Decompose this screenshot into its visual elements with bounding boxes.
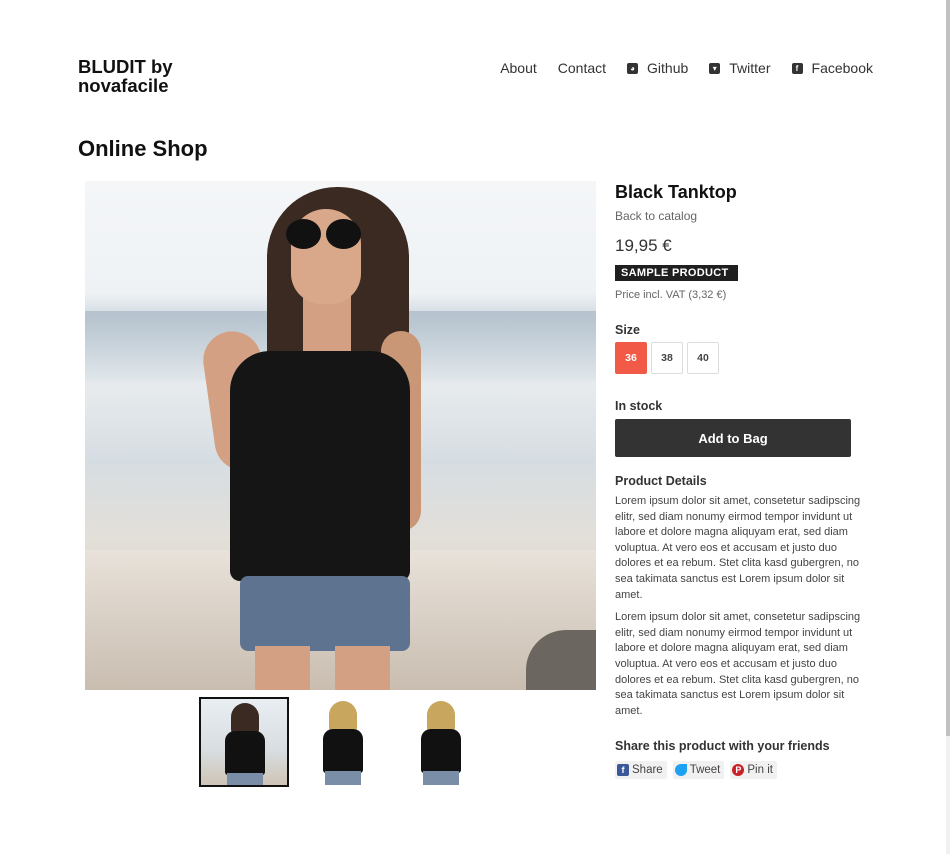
image-sunglasses xyxy=(286,219,362,253)
scrollbar-track[interactable] xyxy=(946,0,950,854)
image-leg-right xyxy=(335,646,390,690)
nav-facebook-label: Facebook xyxy=(811,60,873,76)
pinterest-pin-button[interactable]: P Pin it xyxy=(730,761,777,780)
product-details-panel: Black Tanktop Back to catalog 19,95 € SA… xyxy=(615,181,865,780)
facebook-share-button[interactable]: f Share xyxy=(615,761,667,780)
product-price: 19,95 € xyxy=(615,236,672,255)
product-name: Black Tanktop xyxy=(615,182,737,202)
thumbnail-2[interactable] xyxy=(299,697,387,785)
back-to-catalog-link[interactable]: Back to catalog xyxy=(615,209,865,223)
thumbnail-shorts xyxy=(423,771,459,785)
facebook-share-label: Share xyxy=(632,764,663,777)
size-selector: 36 38 40 xyxy=(615,342,865,374)
nav-about[interactable]: About xyxy=(500,60,537,76)
nav-twitter-label: Twitter xyxy=(729,60,771,76)
product-details-paragraph-2: Lorem ipsum dolor sit amet, consetetur s… xyxy=(615,611,861,717)
nav-contact-label: Contact xyxy=(557,60,607,76)
thumbnail-1[interactable] xyxy=(199,697,289,787)
twitter-tweet-label: Tweet xyxy=(689,764,721,777)
nav-about-label: About xyxy=(500,60,537,76)
scrollbar-thumb[interactable] xyxy=(946,0,950,736)
facebook-icon: f xyxy=(617,764,629,777)
main-nav: About Contact ◕ Github ▾ Twitter f Facebook xyxy=(500,60,873,76)
share-buttons: f Share Tweet P Pin it xyxy=(615,761,865,780)
nav-github-label: Github xyxy=(647,60,689,76)
product-main-image[interactable] xyxy=(85,181,596,690)
nav-github[interactable]: ◕ Github xyxy=(627,60,688,76)
page-title: Online Shop xyxy=(78,136,208,161)
add-to-bag-button[interactable]: Add to Bag xyxy=(615,419,851,457)
twitter-icon xyxy=(674,764,687,777)
sample-product-badge: SAMPLE PRODUCT xyxy=(615,265,739,281)
thumbnail-tanktop xyxy=(225,731,265,775)
product-details-paragraph-1: Lorem ipsum dolor sit amet, consetetur s… xyxy=(615,495,861,601)
thumbnail-shorts xyxy=(227,773,263,785)
size-option-36[interactable]: 36 xyxy=(615,342,647,374)
image-neck xyxy=(303,296,351,356)
image-leg-left xyxy=(255,646,310,690)
size-option-40[interactable]: 40 xyxy=(687,342,719,374)
nav-contact[interactable]: Contact xyxy=(558,60,606,76)
image-shorts xyxy=(240,576,410,651)
pinterest-icon: P xyxy=(732,764,745,777)
vat-info: Price incl. VAT (3,32 €) xyxy=(615,289,727,301)
image-tanktop xyxy=(230,351,410,581)
site-title[interactable]: BLUDIT by novafacile xyxy=(78,57,238,95)
facebook-icon: f xyxy=(791,62,803,74)
share-title: Share this product with your friends xyxy=(615,739,830,754)
size-option-38[interactable]: 38 xyxy=(651,342,683,374)
stock-status: In stock xyxy=(615,399,663,413)
thumbnail-strip xyxy=(199,697,485,787)
thumbnail-shorts xyxy=(325,771,361,785)
github-icon: ◕ xyxy=(627,62,639,74)
thumbnail-tanktop xyxy=(421,729,461,773)
nav-twitter[interactable]: ▾ Twitter xyxy=(709,60,771,76)
twitter-tweet-button[interactable]: Tweet xyxy=(672,761,725,780)
thumbnail-3[interactable] xyxy=(397,697,485,785)
twitter-icon: ▾ xyxy=(709,62,721,74)
pinterest-pin-label: Pin it xyxy=(747,764,773,777)
nav-facebook[interactable]: f Facebook xyxy=(791,60,873,76)
thumbnail-tanktop xyxy=(323,729,363,773)
size-label: Size xyxy=(615,323,641,337)
product-details-title: Product Details xyxy=(615,474,707,488)
